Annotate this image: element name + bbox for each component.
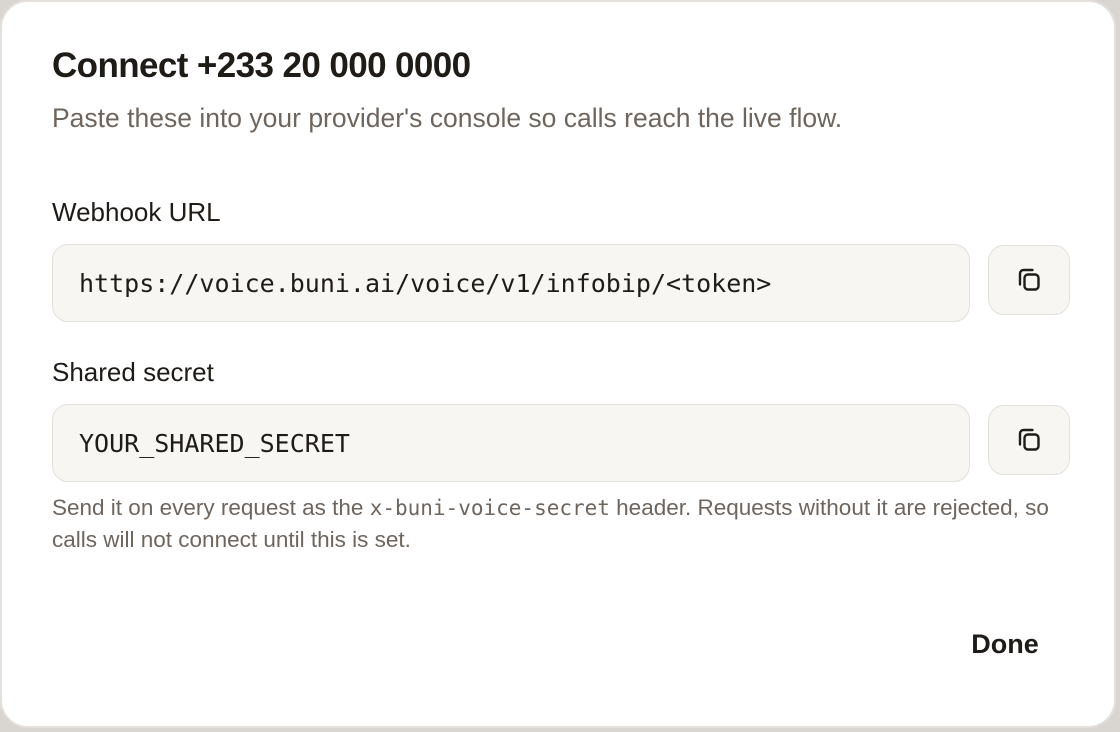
connect-dialog: Connect +233 20 000 0000 Paste these int… — [0, 0, 1116, 728]
header-name-code: x-buni-voice-secret — [369, 496, 610, 520]
dialog-title: Connect +233 20 000 0000 — [52, 46, 471, 85]
dialog-subtitle: Paste these into your provider's console… — [52, 103, 843, 133]
copy-shared-secret-button[interactable] — [988, 405, 1070, 475]
shared-secret-field[interactable]: YOUR_SHARED_SECRET — [52, 404, 970, 482]
hint-text-before: Send it on every request as the — [52, 495, 370, 520]
secret-hint-text: Send it on every request as the x-buni-v… — [52, 492, 1062, 556]
webhook-url-field[interactable]: https://voice.buni.ai/voice/v1/infobip/<… — [52, 244, 970, 322]
shared-secret-label: Shared secret — [52, 357, 214, 387]
webhook-url-value: https://voice.buni.ai/voice/v1/infobip/<… — [79, 268, 772, 298]
webhook-url-label: Webhook URL — [52, 197, 221, 227]
done-button[interactable]: Done — [952, 616, 1058, 672]
copy-webhook-url-button[interactable] — [988, 245, 1070, 315]
copy-icon — [1018, 268, 1040, 291]
copy-icon — [1018, 428, 1040, 451]
shared-secret-value: YOUR_SHARED_SECRET — [79, 428, 350, 458]
